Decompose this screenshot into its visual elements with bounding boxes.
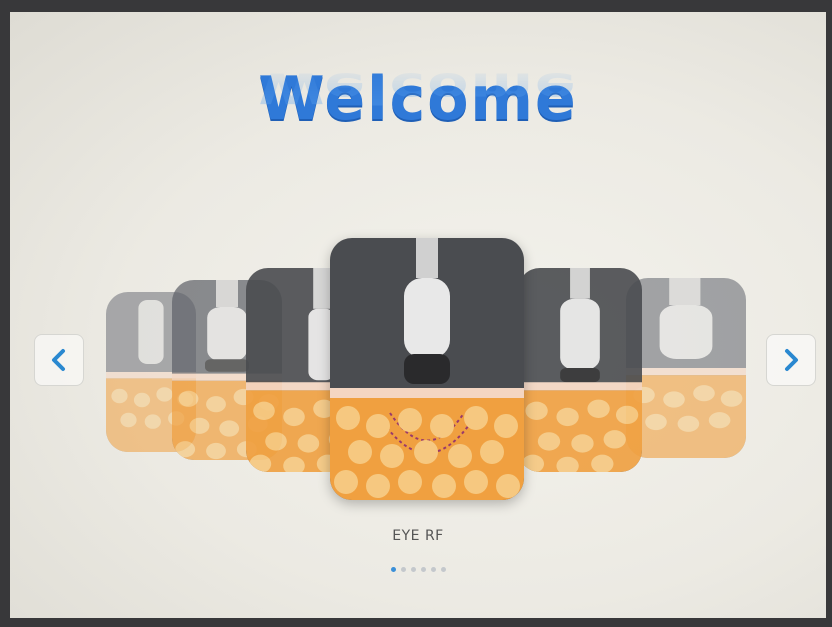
next-button[interactable]	[766, 334, 816, 386]
carousel-card-active[interactable]	[330, 238, 524, 500]
chevron-left-icon	[52, 349, 65, 371]
pagination-dot[interactable]	[400, 567, 406, 572]
pagination-dot[interactable]	[440, 567, 446, 572]
pagination-dot[interactable]	[420, 567, 426, 572]
carousel-card-far-right[interactable]	[626, 278, 746, 458]
screen: Welcome Welcome EYE RF	[10, 12, 826, 618]
pagination-dot[interactable]	[390, 567, 396, 572]
title-reflection: Welcome	[258, 63, 578, 112]
chevron-right-icon	[785, 349, 798, 371]
pagination-dots	[10, 567, 826, 572]
pagination-dot[interactable]	[430, 567, 436, 572]
carousel-caption: EYE RF	[392, 528, 444, 544]
carousel-card-right-1[interactable]	[518, 268, 642, 472]
pagination-dot[interactable]	[410, 567, 416, 572]
prev-button[interactable]	[34, 334, 84, 386]
